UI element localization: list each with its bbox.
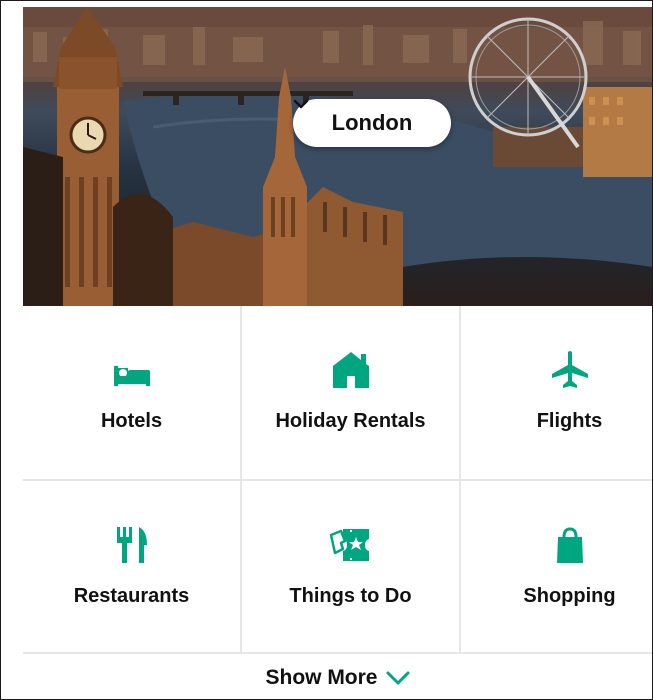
show-more-button[interactable]: Show More	[23, 656, 652, 699]
london-skyline-photo	[23, 7, 652, 306]
category-grid: Hotels Holiday Rentals Flights Restauran…	[23, 306, 652, 654]
grid-divider	[23, 652, 652, 654]
category-label: Restaurants	[73, 585, 190, 607]
category-tile-shopping[interactable]: Shopping	[461, 481, 652, 654]
category-label: Flights	[536, 410, 603, 432]
city-selector-button[interactable]: London	[293, 99, 451, 147]
category-label: Shopping	[523, 585, 616, 607]
category-tile-restaurants[interactable]: Restaurants	[23, 481, 240, 654]
chevron-down-icon	[386, 671, 409, 684]
category-label: Things to Do	[289, 585, 412, 607]
category-tile-flights[interactable]: Flights	[461, 306, 652, 479]
category-tile-holiday-rentals[interactable]: Holiday Rentals	[242, 306, 459, 479]
city-name: London	[331, 110, 413, 135]
category-tile-hotels[interactable]: Hotels	[23, 306, 240, 479]
ticket-icon	[329, 525, 373, 563]
house-icon	[331, 350, 371, 388]
hero-image: London	[23, 7, 652, 306]
category-tile-things-to-do[interactable]: Things to Do	[242, 481, 459, 654]
category-label: Holiday Rentals	[275, 410, 426, 432]
grid-divider	[23, 479, 652, 481]
bed-icon	[112, 350, 152, 388]
show-more-label: Show More	[265, 665, 378, 689]
chevron-down-icon	[293, 99, 309, 109]
fork-knife-icon	[115, 525, 149, 563]
airplane-icon	[550, 350, 590, 388]
category-label: Hotels	[100, 410, 163, 432]
app-frame: London Hotels Holiday Rentals Flights Re…	[0, 0, 653, 700]
shopping-bag-icon	[555, 525, 585, 563]
